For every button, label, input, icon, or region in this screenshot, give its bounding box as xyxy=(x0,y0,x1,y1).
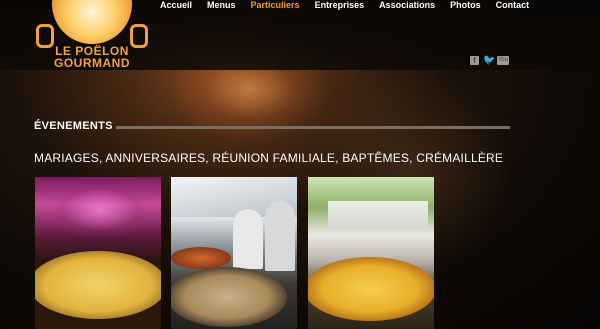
section-title: ÉVENEMENTS xyxy=(34,120,113,132)
logo-text-line2: GOURMAND xyxy=(54,56,130,70)
event-photo[interactable] xyxy=(35,177,161,329)
nav-menus[interactable]: Menus xyxy=(207,0,236,12)
event-photo[interactable] xyxy=(171,177,297,329)
facebook-icon[interactable]: f xyxy=(470,56,479,65)
section-subtitle: MARIAGES, ANNIVERSAIRES, RÉUNION FAMILIA… xyxy=(34,151,504,165)
nav-contact[interactable]: Contact xyxy=(496,0,530,12)
paella-pan xyxy=(35,251,161,319)
youtube-icon[interactable]: You xyxy=(497,56,509,65)
twitter-icon[interactable]: 🐦 xyxy=(483,56,495,66)
paella-pan xyxy=(308,257,434,321)
event-photo[interactable] xyxy=(308,177,434,329)
nav-entreprises[interactable]: Entreprises xyxy=(315,0,365,12)
logo-sun-icon xyxy=(52,0,132,44)
nav-associations[interactable]: Associations xyxy=(379,0,435,12)
section-divider xyxy=(116,126,510,129)
site-logo[interactable]: LE POËLON GOURMAND xyxy=(36,0,148,70)
nav-accueil[interactable]: Accueil xyxy=(160,0,192,12)
nav-particuliers[interactable]: Particuliers xyxy=(251,0,300,12)
nav-photos[interactable]: Photos xyxy=(450,0,481,12)
main-nav: Accueil Menus Particuliers Entreprises A… xyxy=(160,0,544,12)
social-links: f 🐦 You xyxy=(470,56,509,66)
paella-pan xyxy=(171,267,287,327)
